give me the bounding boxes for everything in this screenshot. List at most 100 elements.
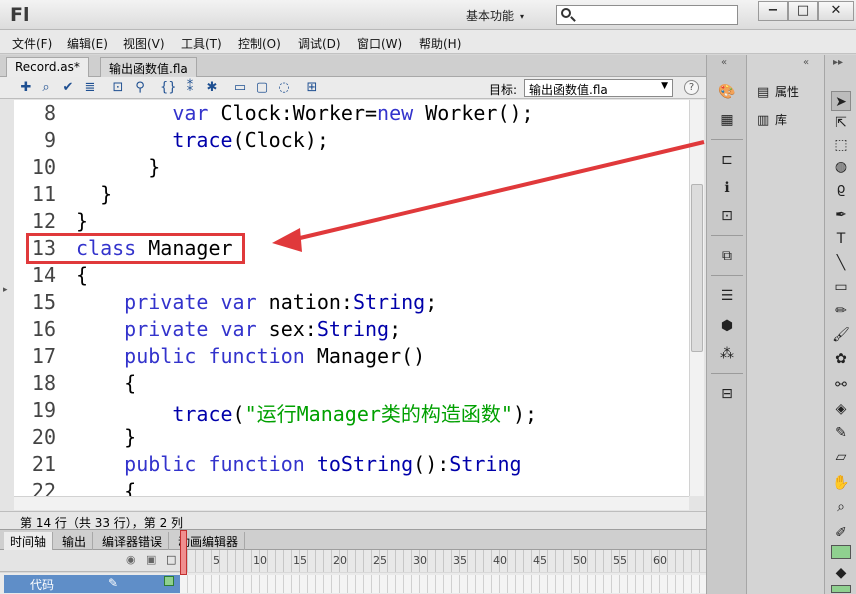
code-line[interactable]: private var sex:String; bbox=[76, 317, 401, 341]
stroke-color-swatch[interactable] bbox=[831, 545, 851, 559]
workspace-switcher[interactable]: 基本功能 ▾ bbox=[466, 7, 524, 24]
menu-debug[interactable]: 调试(D) bbox=[298, 35, 341, 52]
deco-tool-icon[interactable]: ✿ bbox=[831, 349, 851, 369]
code-line[interactable]: private var nation:String; bbox=[76, 290, 437, 314]
selection-tool-icon[interactable]: ➤ bbox=[831, 91, 851, 111]
paint-bucket-tool-icon[interactable]: ◈ bbox=[831, 399, 851, 419]
movie-explorer-icon[interactable]: ⊟ bbox=[717, 385, 737, 403]
fill-color-icon[interactable]: ◆ bbox=[831, 563, 851, 583]
free-transform-tool-icon[interactable]: ⬚ bbox=[831, 135, 851, 155]
menu-window[interactable]: 窗口(W) bbox=[357, 35, 402, 52]
collapse-braces-icon[interactable]: {} bbox=[160, 80, 177, 96]
menu-tools[interactable]: 工具(T) bbox=[181, 35, 222, 52]
minimize-button[interactable]: − bbox=[758, 1, 788, 21]
text-tool-icon[interactable]: T bbox=[831, 229, 851, 249]
menu-file[interactable]: 文件(F) bbox=[12, 35, 52, 52]
stroke-color-icon[interactable]: ✐ bbox=[831, 523, 851, 543]
history-icon[interactable]: ☰ bbox=[717, 287, 737, 305]
line-tool-icon[interactable]: ╲ bbox=[831, 253, 851, 273]
show-hide-toolbox-icon[interactable]: ⊞ bbox=[304, 80, 320, 96]
code-line[interactable]: { bbox=[76, 371, 136, 395]
outline-icon[interactable]: □ bbox=[166, 553, 176, 566]
code-line[interactable]: } bbox=[76, 425, 136, 449]
target-select[interactable]: 输出函数值.fla ▼ bbox=[524, 79, 673, 97]
pen-tool-icon[interactable]: ✒ bbox=[831, 205, 851, 225]
scroll-thumb[interactable] bbox=[691, 184, 703, 352]
code-line[interactable]: } bbox=[76, 182, 112, 206]
swatches-grid-icon[interactable]: ▦ bbox=[717, 111, 737, 129]
frame-ruler[interactable]: 151015202530354045505560 bbox=[180, 550, 706, 572]
layer-row[interactable]: 代码 ✎ bbox=[0, 573, 706, 594]
collapse-selection-icon[interactable]: ⁑ bbox=[182, 80, 198, 96]
code-area[interactable]: 8 9 10 11 12 13 14 15 16 17 18 19 20 21 22 var Clock:W… bbox=[14, 100, 689, 496]
line-number: 10 bbox=[31, 155, 56, 179]
comment-line-icon[interactable]: ▢ bbox=[254, 80, 270, 96]
lasso-tool-icon[interactable]: ϱ bbox=[831, 179, 851, 199]
pencil-tool-icon[interactable]: ✏ bbox=[831, 301, 851, 321]
eyedropper-tool-icon[interactable]: ✎ bbox=[831, 423, 851, 443]
rectangle-tool-icon[interactable]: ▭ bbox=[831, 277, 851, 297]
eraser-tool-icon[interactable]: ▱ bbox=[831, 447, 851, 467]
lock-icon[interactable]: ▣ bbox=[146, 553, 156, 566]
layer-frames[interactable] bbox=[180, 575, 706, 593]
code-line[interactable]: } bbox=[76, 155, 160, 179]
menu-help[interactable]: 帮助(H) bbox=[419, 35, 461, 52]
tab-timeline[interactable]: 时间轴 bbox=[4, 532, 54, 550]
close-button[interactable]: ✕ bbox=[818, 1, 854, 21]
line-number: 21 bbox=[31, 452, 56, 476]
code-snippets-icon[interactable]: ⧉ bbox=[717, 247, 737, 265]
code-line[interactable]: public function Manager() bbox=[76, 344, 425, 368]
library-panel-button[interactable]: ▥ 库 bbox=[757, 111, 787, 128]
bone-tool-icon[interactable]: ⚯ bbox=[831, 375, 851, 395]
check-syntax-icon[interactable]: ✔ bbox=[60, 80, 76, 96]
color-palette-icon[interactable]: 🎨 bbox=[717, 83, 737, 101]
debug-options-icon[interactable]: ⚲ bbox=[132, 80, 148, 96]
expand-all-icon[interactable]: ✱ bbox=[204, 80, 220, 96]
menu-view[interactable]: 视图(V) bbox=[123, 35, 165, 52]
tab-output-fla[interactable]: 输出函数值.fla bbox=[100, 57, 197, 77]
comment-block-icon[interactable]: ▭ bbox=[232, 80, 248, 96]
code-line[interactable]: } bbox=[76, 209, 88, 233]
line-number: 15 bbox=[31, 290, 56, 314]
info-icon[interactable]: ℹ bbox=[717, 179, 737, 197]
code-hint-icon[interactable]: ⊡ bbox=[110, 80, 126, 96]
code-line[interactable]: { bbox=[76, 479, 136, 496]
code-line[interactable]: var Clock:Worker=new Worker(); bbox=[76, 101, 533, 125]
maximize-button[interactable]: □ bbox=[788, 1, 818, 21]
components-icon[interactable]: ⬢ bbox=[717, 317, 737, 335]
playhead[interactable] bbox=[180, 530, 187, 575]
auto-format-icon[interactable]: ≣ bbox=[82, 80, 98, 96]
collapse-panels-icon[interactable]: « bbox=[721, 57, 727, 68]
vertical-scrollbar[interactable] bbox=[689, 100, 704, 496]
tab-record-as[interactable]: Record.as* bbox=[6, 57, 89, 77]
transform-icon[interactable]: ⊡ bbox=[717, 207, 737, 225]
help-icon[interactable]: ? bbox=[684, 80, 699, 95]
remove-comment-icon[interactable]: ◌ bbox=[276, 80, 292, 96]
motion-presets-icon[interactable]: ⁂ bbox=[717, 345, 737, 363]
eye-icon[interactable]: ◉ bbox=[126, 553, 136, 566]
zoom-tool-icon[interactable]: ⌕ bbox=[831, 497, 851, 517]
align-icon[interactable]: ⊏ bbox=[717, 151, 737, 169]
layer-name[interactable]: 代码 ✎ bbox=[4, 575, 180, 593]
code-line[interactable]: trace("运行Manager类的构造函数"); bbox=[76, 398, 537, 427]
subselection-tool-icon[interactable]: ⇱ bbox=[831, 113, 851, 133]
brush-tool-icon[interactable]: 🖌 bbox=[831, 325, 851, 345]
fill-color-swatch[interactable] bbox=[831, 585, 851, 593]
properties-panel-button[interactable]: ▤ 属性 bbox=[757, 83, 799, 100]
code-line[interactable]: trace(Clock); bbox=[76, 128, 329, 152]
collapse-panels-icon[interactable]: « bbox=[803, 57, 809, 68]
menu-control[interactable]: 控制(O) bbox=[238, 35, 281, 52]
add-statement-icon[interactable]: ✚ bbox=[18, 80, 34, 96]
help-search-input[interactable] bbox=[556, 5, 738, 25]
tab-output[interactable]: 输出 bbox=[56, 532, 94, 550]
3d-rotation-tool-icon[interactable]: ◍ bbox=[831, 157, 851, 177]
panel-collapse-handle[interactable]: ▸ bbox=[0, 205, 12, 465]
horizontal-scrollbar[interactable] bbox=[14, 496, 689, 510]
collapse-tools-icon[interactable]: ▸▸ bbox=[833, 57, 843, 68]
code-line[interactable]: { bbox=[76, 263, 88, 287]
menu-edit[interactable]: 编辑(E) bbox=[67, 35, 108, 52]
find-icon[interactable]: ⌕ bbox=[38, 80, 54, 96]
hand-tool-icon[interactable]: ✋ bbox=[831, 473, 851, 493]
tab-compiler-errors[interactable]: 编译器错误 bbox=[96, 532, 170, 550]
code-line[interactable]: public function toString():String bbox=[76, 452, 521, 476]
